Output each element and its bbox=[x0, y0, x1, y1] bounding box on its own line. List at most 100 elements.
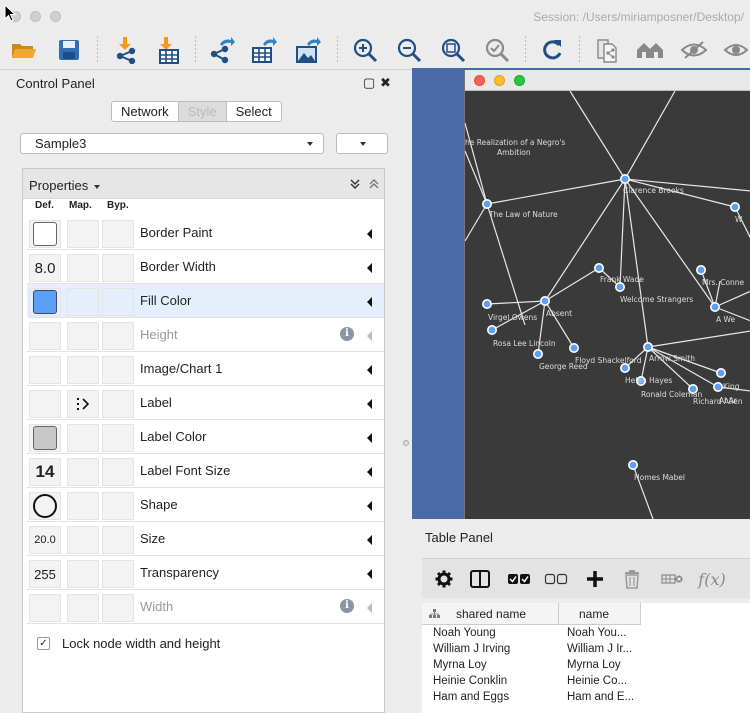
network-node[interactable] bbox=[569, 343, 580, 354]
close-panel-icon[interactable]: ✖ bbox=[380, 75, 391, 91]
share-image-icon[interactable] bbox=[292, 34, 324, 66]
expand-arrow-icon[interactable] bbox=[367, 501, 372, 511]
style-options-menu[interactable] bbox=[336, 133, 388, 154]
mapping-cell[interactable] bbox=[67, 424, 99, 452]
lock-node-checkbox[interactable]: ✓ bbox=[37, 637, 50, 650]
expand-arrow-icon[interactable] bbox=[367, 569, 372, 579]
expand-all-icon[interactable] bbox=[350, 179, 360, 189]
mapping-cell[interactable] bbox=[67, 492, 99, 520]
default-value-cell[interactable]: 255 bbox=[29, 560, 61, 588]
import-network-icon[interactable] bbox=[110, 34, 142, 66]
expand-arrow-icon[interactable] bbox=[367, 263, 372, 273]
split-pane-handle[interactable] bbox=[403, 440, 409, 446]
deselect-all-icon[interactable] bbox=[544, 567, 568, 591]
delete-column-icon[interactable] bbox=[620, 567, 644, 591]
table-cell[interactable]: William J Irving bbox=[433, 643, 555, 655]
table-cell[interactable]: Myrna Loy bbox=[567, 659, 639, 671]
bypass-cell[interactable] bbox=[102, 458, 134, 486]
column-header-shared-name[interactable]: shared name bbox=[422, 603, 559, 625]
network-graph[interactable]: he Realization of a Negro's Ambition The… bbox=[465, 91, 750, 519]
property-row-shape[interactable]: Shape bbox=[27, 488, 384, 522]
float-panel-icon[interactable]: ▢ bbox=[363, 75, 375, 91]
properties-dropdown[interactable]: Properties bbox=[29, 178, 101, 193]
mapping-cell[interactable] bbox=[67, 560, 99, 588]
default-value-cell[interactable] bbox=[29, 322, 61, 350]
network-node[interactable] bbox=[620, 174, 631, 185]
network-node[interactable] bbox=[643, 342, 654, 353]
table-cell[interactable]: Noah You... bbox=[567, 627, 639, 639]
select-all-icon[interactable] bbox=[507, 567, 531, 591]
table-cell[interactable]: Ham and E... bbox=[567, 691, 639, 703]
column-header-name[interactable]: name bbox=[559, 603, 641, 625]
network-close-button[interactable] bbox=[474, 75, 485, 86]
network-node[interactable] bbox=[540, 296, 551, 307]
network-minimize-button[interactable] bbox=[494, 75, 505, 86]
property-row-border-paint[interactable]: Border Paint bbox=[27, 216, 384, 250]
network-node[interactable] bbox=[594, 263, 605, 274]
mapping-cell[interactable] bbox=[67, 594, 99, 622]
bypass-cell[interactable] bbox=[102, 424, 134, 452]
default-value-cell[interactable]: 14 bbox=[29, 458, 61, 486]
expand-arrow-icon[interactable] bbox=[367, 603, 372, 613]
hide-icon[interactable] bbox=[678, 34, 710, 66]
bypass-cell[interactable] bbox=[102, 560, 134, 588]
property-row-height[interactable]: Height i bbox=[27, 318, 384, 352]
table-cell[interactable]: Noah Young bbox=[433, 627, 555, 639]
network-node[interactable] bbox=[620, 362, 631, 373]
expand-arrow-icon[interactable] bbox=[367, 433, 372, 443]
default-value-cell[interactable] bbox=[29, 220, 61, 248]
link-table-icon[interactable] bbox=[660, 567, 684, 591]
property-row-label-color[interactable]: Label Color bbox=[27, 420, 384, 454]
bypass-cell[interactable] bbox=[102, 526, 134, 554]
mapping-cell[interactable] bbox=[67, 220, 99, 248]
bypass-cell[interactable] bbox=[102, 594, 134, 622]
property-row-border-width[interactable]: 8.0 Border Width bbox=[27, 250, 384, 284]
mapping-cell[interactable] bbox=[67, 322, 99, 350]
network-node[interactable] bbox=[628, 459, 639, 470]
columns-icon[interactable] bbox=[468, 567, 492, 591]
refresh-icon[interactable] bbox=[536, 34, 568, 66]
mapping-cell[interactable] bbox=[67, 458, 99, 486]
info-icon[interactable]: i bbox=[340, 327, 354, 341]
tab-select[interactable]: Select bbox=[227, 102, 281, 121]
expand-arrow-icon[interactable] bbox=[367, 399, 372, 409]
bypass-cell[interactable] bbox=[102, 390, 134, 418]
mapping-cell[interactable] bbox=[67, 288, 99, 316]
property-row-label-font-size[interactable]: 14 Label Font Size bbox=[27, 454, 384, 488]
network-view-window[interactable]: he Realization of a Negro's Ambition The… bbox=[464, 70, 750, 519]
zoom-selected-icon[interactable] bbox=[481, 34, 513, 66]
mapping-cell[interactable] bbox=[67, 356, 99, 384]
property-row-fill-color[interactable]: Fill Color bbox=[27, 284, 384, 318]
zoom-in-icon[interactable] bbox=[349, 34, 381, 66]
zoom-out-icon[interactable] bbox=[393, 34, 425, 66]
property-row-transparency[interactable]: 255 Transparency bbox=[27, 556, 384, 590]
bypass-cell[interactable] bbox=[102, 492, 134, 520]
bypass-cell[interactable] bbox=[102, 254, 134, 282]
import-table-icon[interactable] bbox=[152, 34, 184, 66]
open-folder-icon[interactable] bbox=[8, 34, 40, 66]
lock-node-size-option[interactable]: ✓ Lock node width and height bbox=[37, 636, 220, 651]
table-cell[interactable]: Heinie Conklin bbox=[433, 675, 555, 687]
network-node[interactable] bbox=[481, 299, 492, 310]
network-node[interactable] bbox=[533, 348, 544, 359]
property-row-size[interactable]: 20.0 Size bbox=[27, 522, 384, 556]
expand-arrow-icon[interactable] bbox=[367, 467, 372, 477]
default-value-cell[interactable] bbox=[29, 594, 61, 622]
network-node[interactable] bbox=[710, 302, 721, 313]
expand-arrow-icon[interactable] bbox=[367, 331, 372, 341]
default-value-cell[interactable]: 8.0 bbox=[29, 254, 61, 282]
tab-network[interactable]: Network bbox=[112, 102, 179, 121]
eye-icon[interactable] bbox=[720, 34, 750, 66]
default-value-cell[interactable] bbox=[29, 492, 61, 520]
minimize-window-button[interactable] bbox=[30, 11, 41, 22]
default-value-cell[interactable] bbox=[29, 356, 61, 384]
network-node[interactable] bbox=[696, 265, 707, 276]
share-table-icon[interactable] bbox=[248, 34, 280, 66]
mapping-cell[interactable] bbox=[67, 254, 99, 282]
network-node[interactable] bbox=[615, 282, 626, 293]
gear-icon[interactable] bbox=[432, 567, 456, 591]
table-cell[interactable]: Heinie Co... bbox=[567, 675, 639, 687]
bypass-cell[interactable] bbox=[102, 220, 134, 248]
table-cell[interactable]: William J Ir... bbox=[567, 643, 639, 655]
bypass-cell[interactable] bbox=[102, 356, 134, 384]
